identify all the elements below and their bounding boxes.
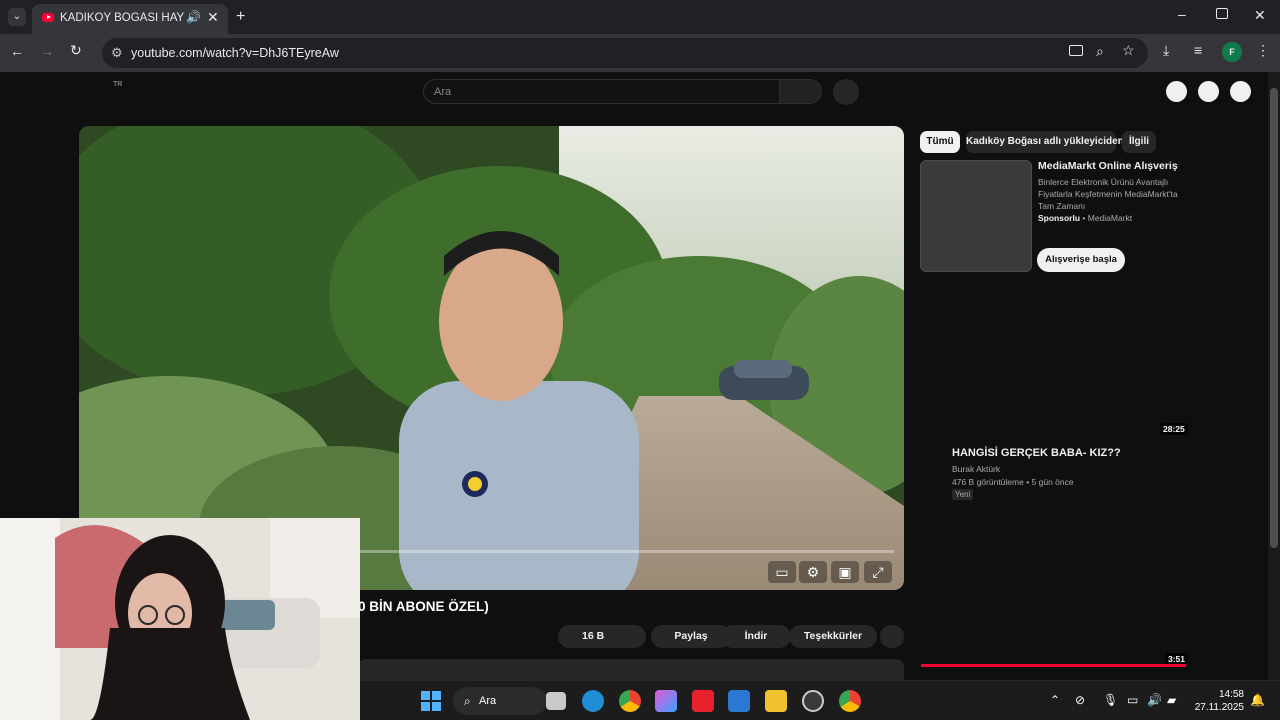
clock-date: 27.11.2025 <box>1194 702 1244 713</box>
tray-chevron-icon[interactable]: ⌃ <box>1050 693 1060 707</box>
taskbar-search[interactable]: ⌕ Ara <box>453 687 547 715</box>
chrome-icon[interactable] <box>619 690 641 712</box>
video-progress-bar[interactable] <box>360 550 894 553</box>
battery-icon[interactable]: ▰ <box>1167 693 1176 707</box>
search-icon: ⌕ <box>464 694 471 708</box>
minimize-button[interactable]: – <box>1178 6 1186 22</box>
theater-mode-icon[interactable]: ▣ <box>831 561 859 583</box>
video-duration-badge: 28:25 <box>1160 423 1188 435</box>
chip-all[interactable]: Tümü <box>920 131 960 153</box>
chip-from-uploader[interactable]: Kadıköy Boğası adlı yükleyiciden <box>966 131 1124 153</box>
notifications-icon[interactable]: 🔔 <box>1250 693 1265 707</box>
fullscreen-icon[interactable]: ⤢ <box>864 561 892 583</box>
recommended-video-meta: 476 B görüntüleme • 5 gün önce <box>952 477 1074 487</box>
ad-title[interactable]: MediaMarkt Online Alışveriş <box>1038 160 1178 172</box>
scrollbar-thumb[interactable] <box>1270 88 1278 548</box>
profile-avatar[interactable]: F <box>1222 42 1242 62</box>
webcam-frame <box>0 518 360 720</box>
chip-related[interactable]: İlgili <box>1122 131 1156 153</box>
address-url[interactable]: youtube.com/watch?v=DhJ6TEyreAw <box>131 46 339 60</box>
like-count: 16 B <box>582 630 605 642</box>
taskbar-search-label: Ara <box>479 695 497 707</box>
display-icon[interactable]: ▭ <box>1127 693 1138 707</box>
notifications-button[interactable] <box>1198 81 1219 102</box>
page-scrollbar[interactable] <box>1268 72 1280 680</box>
search-box[interactable] <box>423 79 780 104</box>
wps-office-icon[interactable] <box>692 690 714 712</box>
download-button[interactable]: İndir <box>721 625 791 648</box>
country-code: TR <box>113 81 123 88</box>
volume-icon[interactable]: 🔊 <box>1147 693 1162 707</box>
new-badge: Yeni <box>952 489 974 500</box>
window-close-button[interactable]: ✕ <box>1254 7 1266 24</box>
copilot-icon[interactable] <box>655 690 677 712</box>
browser-tab-strip: ⌄ KADIKÖY BOĞASI HAYRETTİN 🔊 ✕ + – ✕ <box>0 0 1280 34</box>
recommended-video-title[interactable]: HANGİSİ GERÇEK BABA- KIZ?? <box>952 447 1121 459</box>
forward-icon[interactable]: → <box>40 43 54 59</box>
chrome-menu-icon[interactable]: ⋮ <box>1256 42 1270 59</box>
search-input[interactable] <box>434 84 764 100</box>
like-button[interactable]: 16 B <box>558 625 646 648</box>
site-info-icon[interactable]: ⚙ <box>111 45 123 61</box>
obs-icon[interactable] <box>802 690 824 712</box>
tray-app-icon[interactable]: ⊘ <box>1075 693 1085 707</box>
recommended-video-channel[interactable]: Burak Aktürk <box>952 464 1000 474</box>
media-controls-icon[interactable]: ≡ <box>1194 42 1202 58</box>
windows-start-icon[interactable] <box>420 690 442 712</box>
system-clock[interactable]: 14:58 27.11.2025 <box>1194 688 1244 714</box>
video-title: 0 BİN ABONE ÖZEL) <box>358 599 489 614</box>
voice-search-button[interactable] <box>833 79 859 105</box>
tab-close-icon[interactable]: ✕ <box>207 9 219 26</box>
new-tab-button[interactable]: + <box>236 8 245 26</box>
subtitles-icon[interactable]: ▭ <box>768 561 796 583</box>
thanks-button[interactable]: Teşekkürler <box>789 625 877 648</box>
reload-icon[interactable]: ↻ <box>70 42 82 59</box>
more-actions-button[interactable] <box>880 625 904 648</box>
ad-thumbnail[interactable] <box>920 160 1032 272</box>
tab-title: KADIKÖY BOĞASI HAYRETTİN <box>60 12 184 24</box>
taskbar: ⌕ Ara ⌃ ⊘ 🎙 ▭ 🔊 ▰ 14:58 27.11.2025 🔔 <box>360 680 1280 720</box>
file-explorer-icon[interactable] <box>765 690 787 712</box>
tab-audio-icon[interactable]: 🔊 <box>186 10 201 24</box>
edge-icon[interactable] <box>582 690 604 712</box>
create-button[interactable] <box>1166 81 1187 102</box>
clock-time: 14:58 <box>1218 689 1244 700</box>
browser-tab-active[interactable]: KADIKÖY BOĞASI HAYRETTİN 🔊 ✕ <box>32 4 228 34</box>
youtube-favicon-icon <box>42 13 54 22</box>
ad-description: Binlerce Elektronik Ürünü Avantajlı Fiya… <box>1038 177 1178 211</box>
zoom-icon[interactable]: ⌕ <box>1096 43 1104 60</box>
browser-toolbar: ← → ↻ ⚙ youtube.com/watch?v=DhJ6TEyreAw … <box>0 34 1280 72</box>
search-button[interactable] <box>780 79 822 104</box>
watched-progress-bar <box>921 664 1186 667</box>
address-bar[interactable]: ⚙ youtube.com/watch?v=DhJ6TEyreAw <box>102 38 1148 68</box>
task-view-icon[interactable] <box>546 692 566 710</box>
account-avatar[interactable] <box>1230 81 1251 102</box>
bookmark-star-icon[interactable]: ☆ <box>1122 42 1135 59</box>
tab-search-chevron-icon[interactable]: ⌄ <box>8 8 26 26</box>
back-icon[interactable]: ← <box>10 43 24 59</box>
downloads-icon[interactable]: ⤓ <box>1163 42 1169 59</box>
ad-sponsor-line: Sponsorlu • MediaMarkt <box>1038 213 1133 223</box>
ad-cta-button[interactable]: Alışverişe başla <box>1037 248 1125 272</box>
ad-sponsored-label: Sponsorlu <box>1038 213 1081 223</box>
restore-button[interactable] <box>1216 8 1228 19</box>
share-button[interactable]: Paylaş <box>651 625 731 648</box>
webcam-overlay <box>0 518 360 720</box>
store-icon[interactable] <box>728 690 750 712</box>
chrome-profile-icon[interactable] <box>839 690 861 712</box>
settings-gear-icon[interactable]: ⚙ <box>799 561 827 583</box>
ad-advertiser: MediaMarkt <box>1087 213 1133 223</box>
install-app-icon[interactable] <box>1069 45 1083 56</box>
microphone-icon[interactable]: 🎙 <box>1103 693 1118 707</box>
